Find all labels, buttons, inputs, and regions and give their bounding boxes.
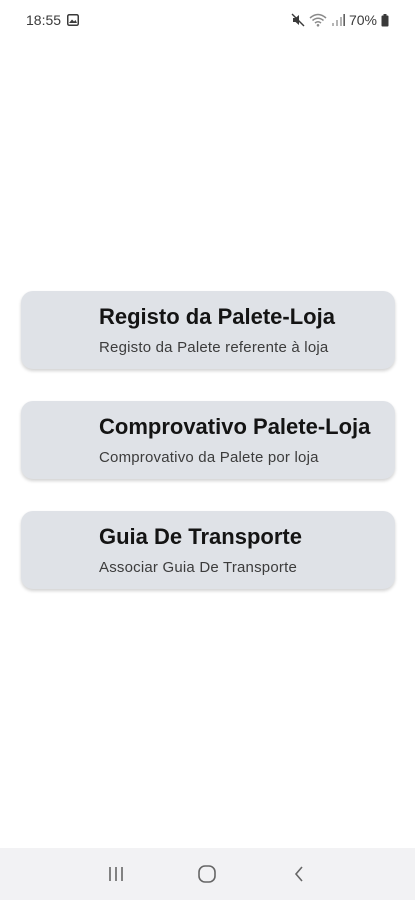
card-subtitle: Associar Guia De Transporte <box>99 559 297 576</box>
card-title: Comprovativo Palete-Loja <box>99 414 371 439</box>
menu-card-registo-palete[interactable]: Registo da Palete-Loja Registo da Palete… <box>21 291 395 369</box>
status-right: 70% <box>291 12 389 28</box>
card-title: Registo da Palete-Loja <box>99 304 335 329</box>
home-icon <box>198 865 217 883</box>
gallery-notification-icon <box>67 14 80 26</box>
status-time: 18:55 <box>26 12 62 28</box>
card-subtitle: Registo da Palete referente à loja <box>99 339 329 356</box>
mute-icon <box>291 13 305 27</box>
status-left: 18:55 <box>26 12 80 28</box>
app-screen: 18:55 70% Registo da Palete-Loja Registo… <box>0 0 415 900</box>
back-button[interactable] <box>279 854 319 894</box>
battery-percent: 70% <box>348 12 377 28</box>
menu-card-guia-transporte[interactable]: Guia De Transporte Associar Guia De Tran… <box>21 511 395 589</box>
status-bar: 18:55 70% <box>0 0 415 40</box>
signal-icon <box>331 13 345 27</box>
wifi-icon <box>309 13 327 27</box>
card-title: Guia De Transporte <box>99 524 302 549</box>
battery-icon <box>381 13 389 27</box>
home-button[interactable] <box>187 854 227 894</box>
back-icon <box>295 866 303 882</box>
navigation-bar <box>0 848 415 900</box>
recent-apps-icon <box>109 867 123 881</box>
recent-apps-button[interactable] <box>96 854 136 894</box>
menu-card-comprovativo-palete[interactable]: Comprovativo Palete-Loja Comprovativo da… <box>21 401 395 479</box>
card-subtitle: Comprovativo da Palete por loja <box>99 449 319 466</box>
